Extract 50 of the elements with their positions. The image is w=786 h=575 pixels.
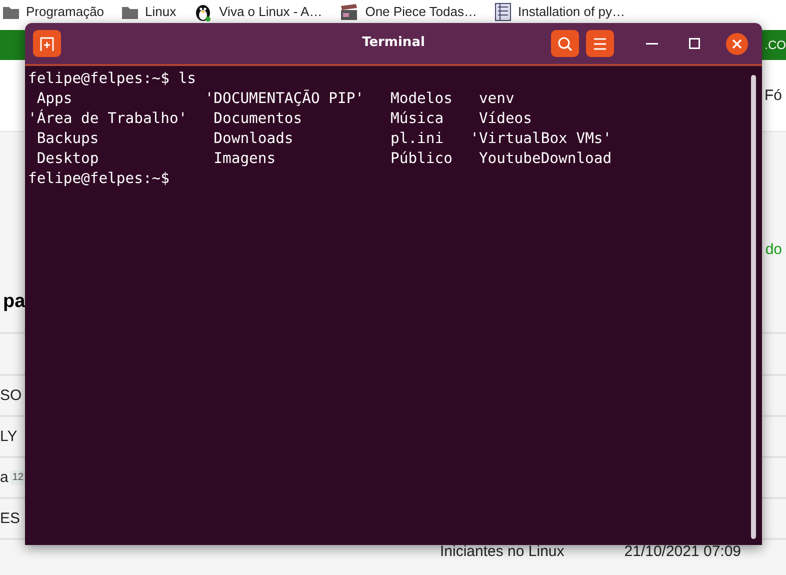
file-name: Vídeos [478,109,533,129]
command-text: ls [178,69,196,89]
community-cell: Iniciantes no Linux [440,543,564,560]
search-icon [557,36,573,52]
reply-count: 12 [10,470,26,485]
folder-icon [122,4,138,18]
close-button[interactable] [726,32,748,54]
menu-button[interactable] [586,30,614,57]
shell-prompt: felipe@felpes:~$ [28,69,170,89]
file-name: YoutubeDownload [478,149,613,169]
document-icon [495,2,511,20]
topic-link[interactable]: ES [0,510,20,527]
maximize-icon [688,38,700,49]
topic-link[interactable]: LY [0,428,18,445]
file-name: Público [390,149,454,169]
bookmark[interactable]: Viva o Linux - A… [194,0,322,23]
section-heading: pa [3,291,26,313]
file-name: Música [390,109,445,129]
file-name: Apps [36,89,74,109]
minimize-icon [646,42,658,44]
bookmark[interactable]: Linux [122,0,176,23]
folder-icon [3,4,19,18]
topic-link[interactable]: a [0,469,8,486]
search-button[interactable] [551,30,579,57]
file-name: Documentos [212,109,304,129]
banner-text: .CO [764,38,786,52]
file-name: 'VirtualBox VMs' [470,129,613,149]
file-name: Desktop [36,149,100,169]
date-cell: 21/10/2021 07:09 [624,543,742,560]
file-name: Modelos [390,89,454,109]
menu-icon [593,38,607,50]
file-name: Downloads [212,129,294,149]
file-name: 'DOCUMENTAÇÃO PIP' [204,89,366,109]
bookmark[interactable]: Installation of py… [495,0,625,23]
topic-link[interactable]: SO [0,387,22,404]
file-name: pl.ini [390,129,445,149]
nav-link[interactable]: Fó [764,87,782,104]
scrollbar[interactable] [751,75,756,539]
file-name: Imagens [212,149,277,169]
file-name: 'Área de Trabalho' [28,109,188,129]
new-tab-button[interactable] [33,30,61,57]
shell-prompt: felipe@felpes:~$ [28,169,170,189]
close-icon [732,38,742,48]
bookmark[interactable]: Programação [3,0,104,23]
clapperboard-icon [340,4,358,20]
file-name: Backups [36,129,100,149]
new-tab-icon [39,36,55,52]
bookmark[interactable]: One Piece Todas… [340,0,477,23]
window-title: Terminal [361,35,426,50]
file-name: venv [478,89,516,109]
